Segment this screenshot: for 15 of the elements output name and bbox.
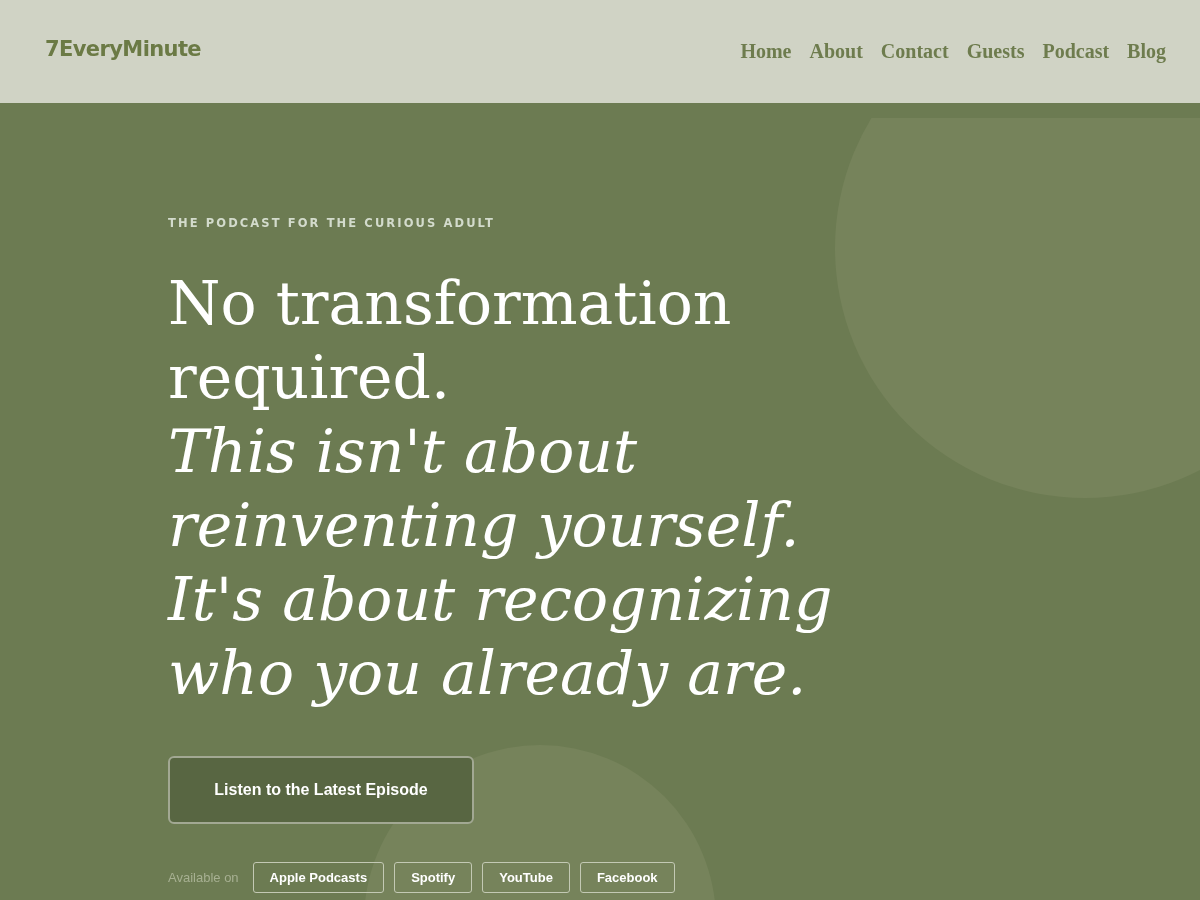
available-on-label: Available on — [168, 870, 239, 885]
nav-link[interactable]: Guests — [966, 40, 1025, 63]
nav-link[interactable]: Podcast — [1042, 40, 1110, 63]
listen-button[interactable]: Listen to the Latest Episode — [168, 756, 474, 824]
site-logo[interactable]: 7EveryMinute — [45, 36, 201, 61]
platform-link[interactable]: Apple Podcasts — [252, 862, 385, 893]
platform-link[interactable]: Spotify — [394, 862, 473, 893]
nav-link[interactable]: About — [809, 40, 863, 63]
tagline: THE PODCAST FOR THE CURIOUS ADULT — [168, 216, 497, 230]
nav-link[interactable]: Home — [740, 40, 792, 63]
nav-link[interactable]: Contact — [880, 40, 949, 63]
platform-link[interactable]: YouTube — [482, 862, 570, 893]
nav-link[interactable]: Blog — [1127, 40, 1166, 63]
platform-link[interactable]: Facebook — [579, 862, 675, 893]
hero-headline: No transformation required. This isn't about reinventing yourself. It's about recognizing who you already are. — [168, 267, 834, 710]
